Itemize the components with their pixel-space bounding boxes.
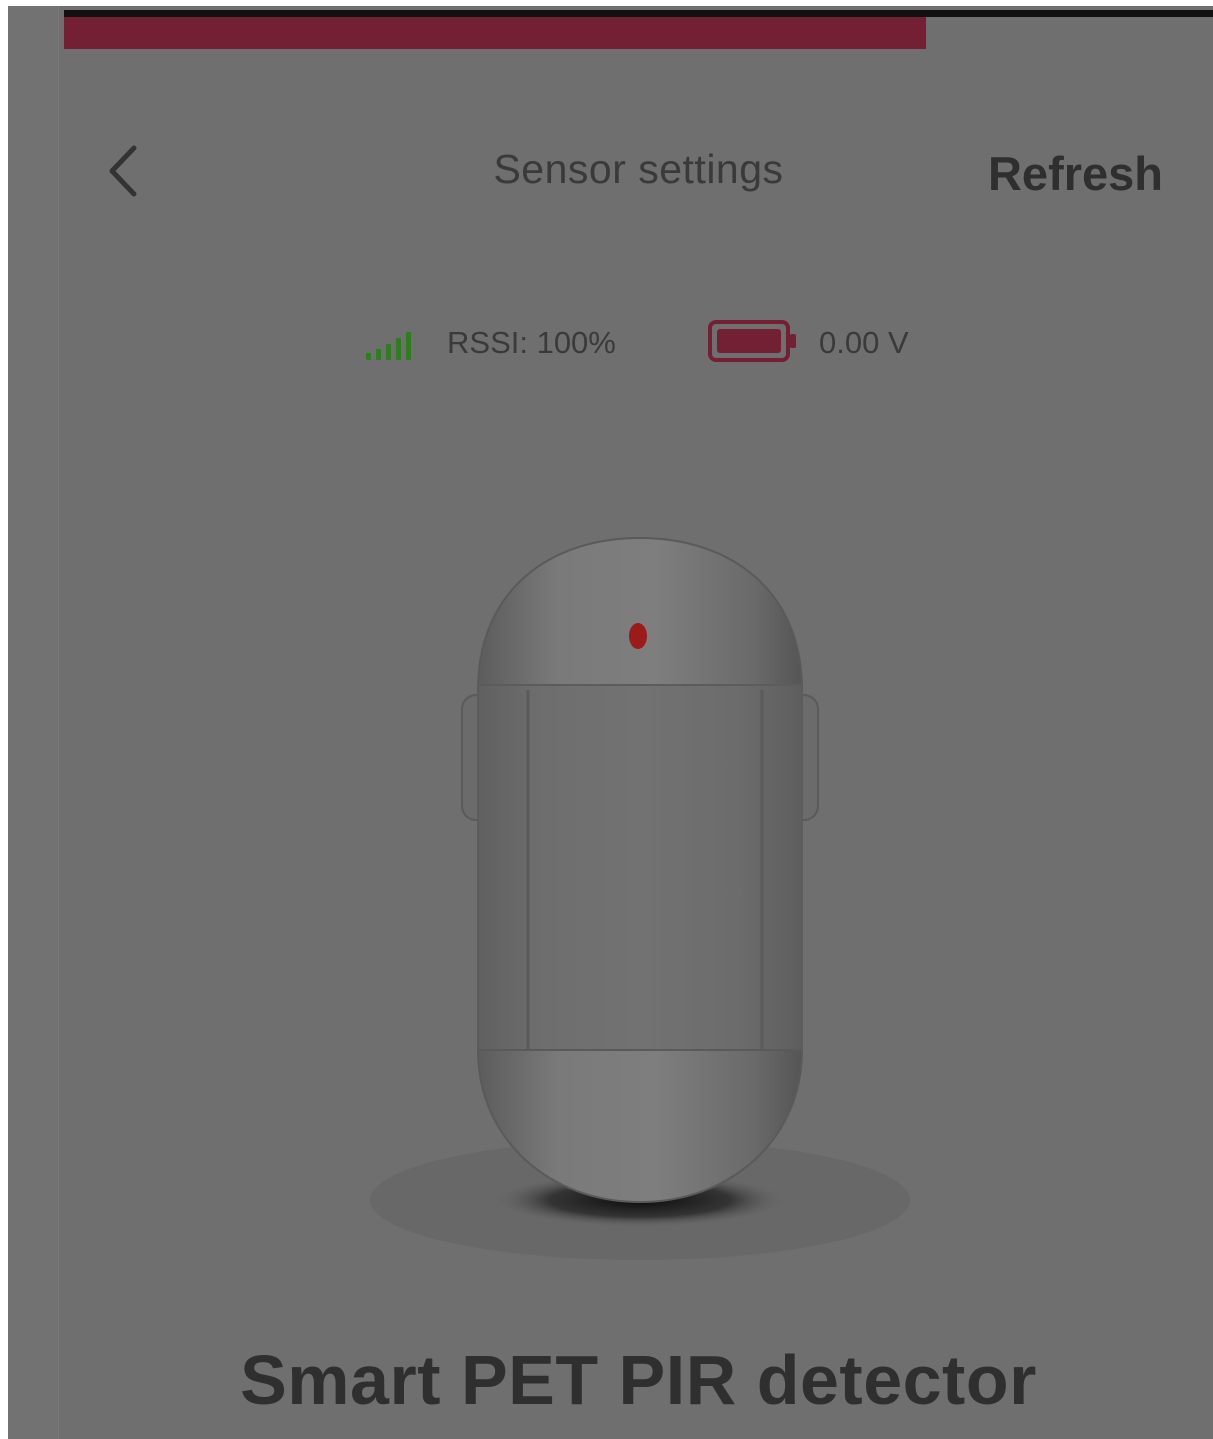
refresh-button[interactable]: Refresh bbox=[988, 146, 1163, 201]
top-edge bbox=[0, 0, 1213, 6]
battery-voltage: 0.00 V bbox=[819, 325, 909, 360]
status-row: RSSI: 100% 0.00 V bbox=[364, 315, 964, 371]
progress-bar-fill bbox=[64, 17, 926, 49]
header: Sensor settings Refresh bbox=[64, 110, 1213, 240]
device-name: Smart PET PIR detector bbox=[240, 1341, 1037, 1419]
progress-bar bbox=[64, 17, 1213, 49]
signal-bars-icon bbox=[366, 332, 411, 360]
app-screen: Sensor settings Refresh RSSI: 100% 0.00 … bbox=[0, 0, 1213, 1439]
rssi-value: RSSI: 100% bbox=[447, 325, 616, 360]
side-strip bbox=[8, 0, 59, 1439]
battery-icon bbox=[708, 320, 796, 362]
left-gutter bbox=[0, 0, 8, 1439]
pir-detector-image bbox=[370, 536, 910, 1260]
top-bar bbox=[64, 10, 1213, 17]
